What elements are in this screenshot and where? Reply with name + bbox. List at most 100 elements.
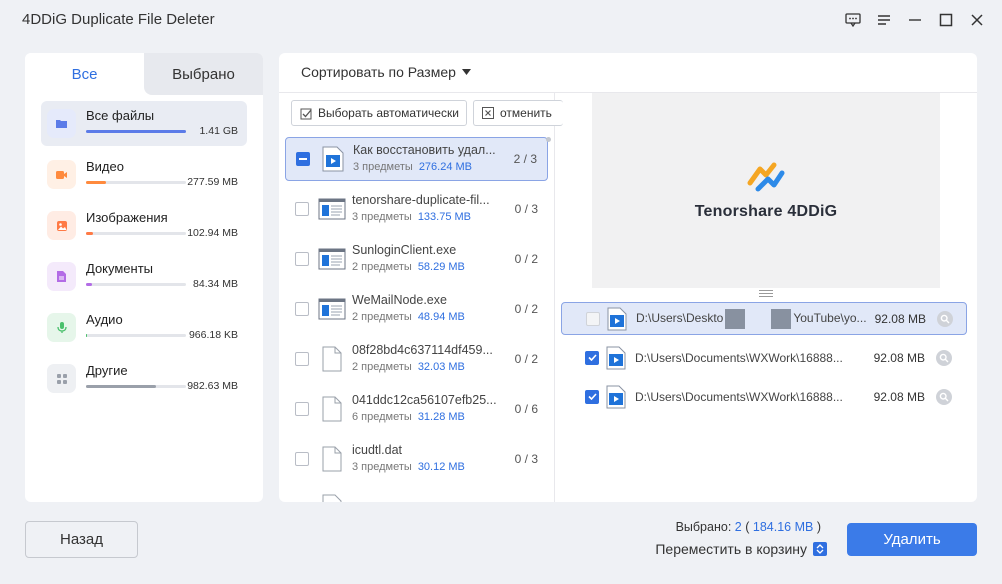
file-checkbox[interactable] (585, 389, 599, 404)
group-checkbox[interactable] (295, 302, 309, 316)
group-info: WeMailNode.exe 2 предметы 48.94 MB (352, 291, 498, 327)
app-title: 4DDiG Duplicate File Deleter (22, 11, 215, 28)
group-meta: 3 предметы 30.12 MB (352, 461, 465, 473)
group-info: tenorshare-duplicate-fil... 3 предметы 133… (352, 191, 498, 227)
auto-select-button[interactable]: Выборать автоматически (291, 100, 467, 126)
group-item-count: 6 предметы (352, 411, 412, 423)
group-meta: 6 предметы 31.28 MB (352, 411, 465, 423)
group-checkbox[interactable] (295, 252, 309, 266)
category-item-image[interactable]: Изображения 102.94 MB (41, 203, 247, 248)
group-info: 08f28bd4c637114df459... 2 предметы 32.03 M… (352, 341, 498, 377)
feedback-icon[interactable] (842, 9, 864, 31)
sort-dropdown[interactable]: Сортировать по Размер (301, 64, 471, 80)
4ddig-logo-icon (747, 162, 785, 191)
duplicate-file-row[interactable]: D:\Users\Deskto YouTube\yo... 92.08 MB (561, 302, 967, 335)
category-name: Другие (86, 362, 128, 378)
category-size: 982.63 MB (187, 379, 238, 392)
blank-file-icon (318, 344, 346, 374)
category-item-folder[interactable]: Все файлы 1.41 GB (41, 101, 247, 146)
group-checkbox[interactable] (295, 452, 309, 466)
resize-handle[interactable] (759, 290, 773, 299)
search-icon[interactable] (936, 388, 952, 405)
video-file-icon (605, 385, 627, 409)
category-item-audio[interactable]: Аудио 966.18 KB (41, 305, 247, 350)
category-name: Видео (86, 158, 124, 174)
group-checkbox[interactable] (295, 352, 309, 366)
close-icon[interactable] (966, 9, 988, 31)
redacted-block (725, 308, 746, 329)
group-selected-ratio: 0 / 2 (514, 352, 538, 366)
search-icon[interactable] (937, 310, 953, 327)
category-item-other[interactable]: Другие 982.63 MB (41, 356, 247, 401)
exe-file-icon (318, 194, 346, 224)
selection-summary: Выбрано: 2 ( 184.16 MB ) (675, 520, 821, 534)
delete-button[interactable]: Удалить (847, 523, 977, 556)
move-to-trash-select[interactable]: Переместить в корзину (655, 541, 827, 557)
divider (554, 92, 555, 502)
tab-selected[interactable]: Выбрано (144, 53, 263, 95)
category-item-video[interactable]: Видео 277.59 MB (41, 152, 247, 197)
group-item-count: 3 предметы (352, 461, 412, 473)
group-checkbox[interactable] (296, 152, 310, 166)
duplicate-file-row[interactable]: D:\Users\Documents\WXWork\16888... 92.08 … (561, 341, 967, 374)
group-selected-ratio: 0 / 3 (514, 202, 538, 216)
category-info: Документы 84.34 MB (86, 258, 238, 296)
duplicate-group-row[interactable]: 08f28bd4c637114df459... 2 предметы 32.03 M… (285, 337, 548, 381)
window-controls (842, 9, 988, 31)
category-size: 277.59 MB (187, 175, 238, 188)
file-size: 92.08 MB (873, 350, 925, 365)
file-path-cell: D:\Users\Documents\WXWork\16888... (635, 390, 865, 404)
blank-file-icon (318, 444, 346, 474)
file-preview: Tenorshare 4DDiG (592, 93, 940, 288)
category-item-document[interactable]: Документы 84.34 MB (41, 254, 247, 299)
group-info: icudtl.dat 3 предметы 30.12 MB (352, 441, 498, 477)
duplicate-file-list: D:\Users\Deskto YouTube\yo... 92.08 MB D:\U… (561, 302, 967, 419)
group-meta: 2 предметы 32.03 MB (352, 361, 465, 373)
duplicate-group-row[interactable]: SunloginClient.exe 2 предметы 58.29 MB 0 / … (285, 237, 548, 281)
scrollbar[interactable] (546, 137, 551, 142)
selected-count: 2 (734, 520, 742, 534)
file-size: 92.08 MB (874, 311, 926, 326)
select-arrows-icon (813, 542, 827, 556)
duplicate-group-list[interactable]: Как восстановить удал... 3 предметы 276.24… (279, 137, 554, 502)
duplicate-group-row[interactable]: Как восстановить удал... 3 предметы 276.24… (285, 137, 548, 181)
category-info: Другие 982.63 MB (86, 360, 238, 398)
duplicate-file-row[interactable]: D:\Users\Documents\WXWork\16888... 92.08 … (561, 380, 967, 413)
group-meta: 3 предметы 133.75 MB (352, 211, 471, 223)
duplicate-group-row[interactable]: icudtl.dat 3 предметы 30.12 MB 0 / 3 (285, 437, 548, 481)
file-size: 92.08 MB (873, 389, 925, 404)
tab-all[interactable]: Все (25, 53, 144, 95)
duplicate-group-row[interactable]: WeMailNode.exe 2 предметы 48.94 MB 0 / 2 (285, 287, 548, 331)
duplicate-group-row[interactable]: 041ddc12ca56107efb25... 6 предметы 31.28 M… (285, 387, 548, 431)
group-size: 30.12 MB (417, 461, 465, 473)
file-checkbox[interactable] (585, 350, 599, 365)
auto-select-icon (300, 108, 312, 119)
file-path: D:\Users\Documents\WXWork\16888... (635, 389, 843, 404)
title-bar: 4DDiG Duplicate File Deleter (0, 0, 1002, 40)
file-path-cell: D:\Users\Deskto YouTube\yo... (636, 308, 866, 329)
back-button[interactable]: Назад (25, 521, 138, 558)
maximize-icon[interactable] (935, 9, 957, 31)
cancel-selection-button[interactable]: отменить (473, 100, 563, 126)
minimize-icon[interactable] (904, 9, 926, 31)
file-path-tail: YouTube\yo... (793, 310, 866, 325)
video-file-icon (606, 307, 628, 331)
redacted-block (771, 308, 792, 329)
group-selected-ratio: 0 / 6 (514, 402, 538, 416)
category-panel: Все Выбрано Все файлы 1.41 GB Видео 277.59 … (25, 53, 263, 502)
group-info: SunloginClient.exe 2 предметы 58.29 MB (352, 241, 498, 277)
group-size: 133.75 MB (417, 211, 472, 223)
menu-icon[interactable] (873, 9, 895, 31)
group-checkbox[interactable] (295, 402, 309, 416)
duplicate-group-row[interactable]: tenorshare-duplicate-fil... 3 предметы 133… (285, 187, 548, 231)
category-size: 84.34 MB (193, 277, 238, 290)
search-icon[interactable] (936, 349, 952, 366)
file-checkbox (586, 311, 600, 326)
group-item-count: 2 предметы (352, 361, 412, 373)
group-checkbox[interactable] (295, 202, 309, 216)
sort-label: Сортировать по Размер (301, 64, 456, 80)
tab-bar: Все Выбрано (25, 53, 263, 95)
group-file-name: SunloginClient.exe (352, 243, 457, 257)
category-info: Аудио 966.18 KB (86, 309, 238, 347)
selected-label: Выбрано: (675, 520, 732, 534)
